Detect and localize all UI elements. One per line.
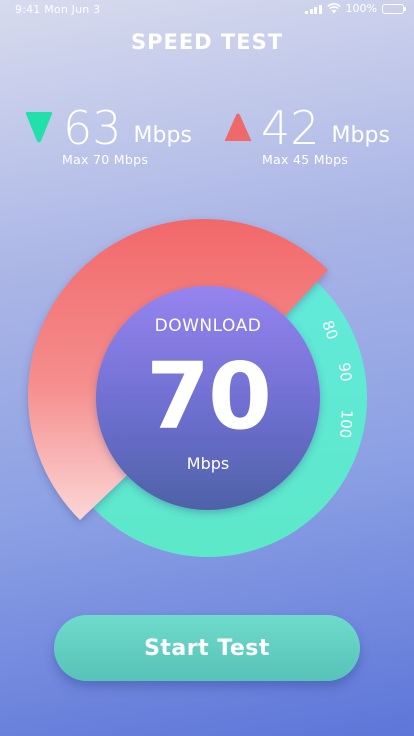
gauge-value: 70 (145, 343, 272, 450)
gauge-readout: DOWNLOAD 70 Mbps (96, 286, 320, 510)
gauge-unit: Mbps (186, 454, 230, 473)
gauge-label: DOWNLOAD (154, 316, 262, 336)
start-test-button[interactable]: Start Test (54, 615, 360, 681)
gauge-tick-100: 100 (336, 409, 356, 439)
